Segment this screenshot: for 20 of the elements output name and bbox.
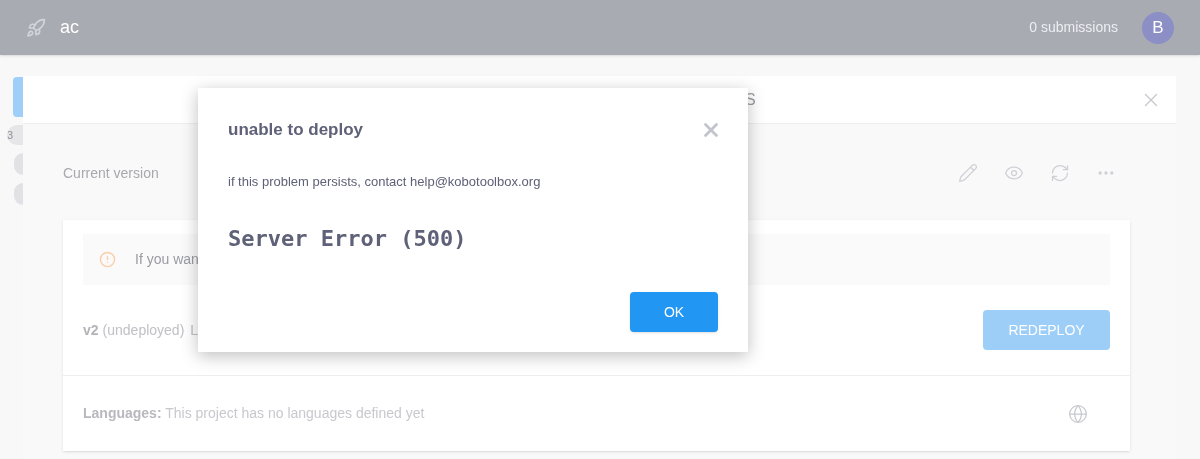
submissions-count: 0 submissions: [1029, 18, 1118, 37]
current-version-label: Current version: [63, 163, 159, 183]
version-status: (undeployed): [102, 320, 185, 340]
ok-button[interactable]: OK: [630, 292, 718, 332]
version-name: v2: [83, 320, 99, 340]
dialog-message: if this problem persists, contact help@kobotoolbox.org: [228, 172, 542, 191]
error-text: Server Error (500): [228, 225, 468, 253]
edit-icon[interactable]: [958, 163, 978, 183]
rocket-icon: [26, 17, 46, 38]
version-info: L: [190, 320, 199, 340]
warning-icon: [99, 251, 116, 268]
sidebar-badge: 3: [7, 125, 23, 145]
alert-text: If you wan: [135, 250, 199, 269]
avatar[interactable]: B: [1142, 11, 1174, 44]
globe-icon[interactable]: [1068, 403, 1088, 424]
dialog-title: unable to deploy: [228, 119, 364, 141]
project-title: ac: [60, 16, 79, 39]
sidebar-tab[interactable]: [13, 77, 23, 117]
refresh-icon[interactable]: [1050, 163, 1070, 183]
redeploy-button[interactable]: REDEPLOY: [983, 310, 1110, 350]
